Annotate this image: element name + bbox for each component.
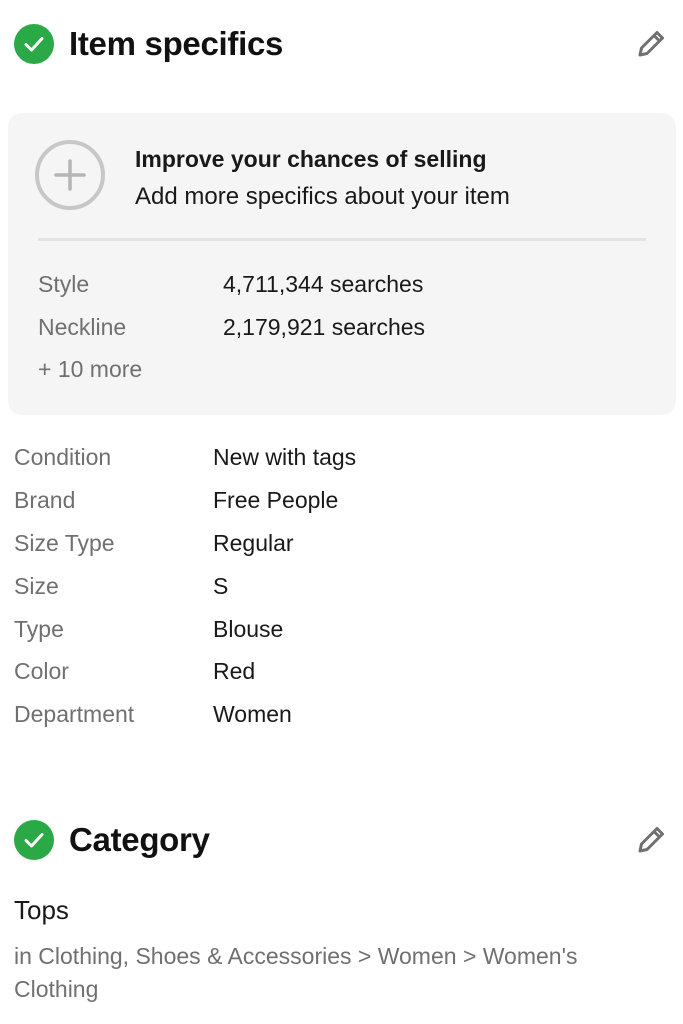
spec-row: Color Red — [14, 658, 669, 690]
spec-row: Type Blouse — [14, 616, 669, 648]
check-circle-icon — [14, 820, 54, 860]
category-name: Tops — [14, 895, 69, 925]
card-title: Improve your chances of selling — [135, 146, 487, 172]
spec-row: Size Type Regular — [14, 530, 669, 562]
spec-label: Size Type — [14, 530, 115, 556]
spec-label: Brand — [14, 487, 76, 513]
suggestion-value: 4,711,344 searches — [223, 271, 424, 297]
spec-value: Red — [213, 658, 256, 684]
suggestion-value: 2,179,921 searches — [223, 314, 426, 340]
pencil-icon — [638, 827, 664, 853]
spec-label: Size — [14, 573, 59, 599]
item-specifics-header: Item specifics — [14, 22, 669, 66]
item-specifics-title: Item specifics — [69, 25, 284, 62]
spec-row: Condition New with tags — [14, 444, 669, 476]
check-circle-icon — [14, 24, 54, 64]
spec-row: Brand Free People — [14, 487, 669, 519]
spec-value: Women — [213, 701, 292, 727]
spec-label: Type — [14, 616, 64, 642]
spec-value: S — [213, 573, 229, 599]
edit-category-button[interactable] — [633, 822, 669, 858]
pencil-icon — [638, 31, 664, 57]
card-subtitle: Add more specifics about your item — [135, 183, 510, 210]
category-header: Category — [14, 818, 669, 862]
category-title: Category — [69, 821, 210, 858]
suggestion-label: Neckline — [38, 314, 127, 340]
plus-circle-icon[interactable] — [35, 140, 105, 210]
spec-label: Color — [14, 658, 69, 684]
spec-label: Department — [14, 701, 135, 727]
spec-value: Free People — [213, 487, 339, 513]
improve-selling-card[interactable]: Improve your chances of selling Add more… — [8, 113, 676, 415]
spec-label: Condition — [14, 444, 112, 470]
card-divider — [38, 238, 646, 241]
more-suggestions-link[interactable]: + 10 more — [38, 356, 142, 383]
edit-item-specifics-button[interactable] — [633, 26, 669, 62]
spec-row: Department Women — [14, 701, 669, 733]
spec-row: Size S — [14, 573, 669, 605]
spec-value: Regular — [213, 530, 294, 556]
category-path: in Clothing, Shoes & Accessories > Women… — [14, 943, 578, 1002]
spec-value: Blouse — [213, 616, 284, 642]
spec-value: New with tags — [213, 444, 357, 470]
suggestion-label: Style — [38, 271, 90, 297]
